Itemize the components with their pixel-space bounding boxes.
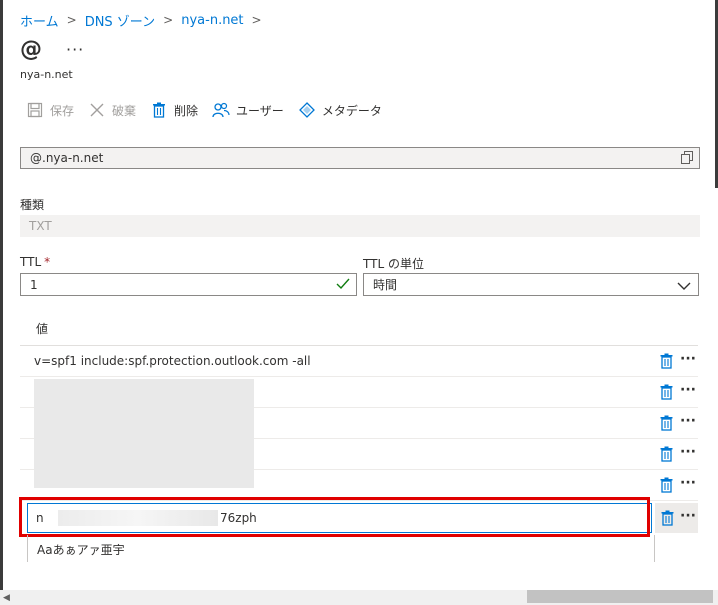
- breadcrumb-separator: >: [251, 13, 262, 27]
- save-label: 保存: [50, 103, 75, 118]
- delete-label: 削除: [174, 103, 199, 118]
- redacted-area: [34, 379, 254, 488]
- trash-icon[interactable]: [661, 510, 674, 530]
- copy-icon[interactable]: [681, 151, 693, 167]
- breadcrumb-zone-name[interactable]: nya-n.net: [181, 13, 243, 28]
- active-row-actions: ···: [655, 503, 698, 533]
- required-marker: *: [44, 255, 51, 269]
- ime-hint-text: Aaあぁアァ亜宇: [37, 543, 125, 557]
- record-name-value: @.nya-n.net: [30, 151, 104, 165]
- metadata-label: メタデータ: [321, 103, 382, 118]
- trash-icon: [150, 101, 168, 119]
- value-row[interactable]: v=spf1 include:spf.protection.outlook.co…: [20, 346, 698, 377]
- close-icon: [88, 101, 106, 119]
- row-more-button[interactable]: ···: [680, 508, 696, 524]
- window-frame-left: [0, 0, 3, 605]
- row-more-button[interactable]: ···: [680, 351, 696, 367]
- checkmark-icon: [336, 278, 350, 293]
- breadcrumb: ホーム > DNS ゾーン > nya-n.net >: [20, 9, 270, 31]
- type-field: TXT: [20, 215, 700, 237]
- breadcrumb-separator: >: [163, 13, 174, 27]
- chevron-down-icon: [677, 280, 691, 294]
- discard-label: 破棄: [112, 103, 137, 118]
- highlight-box: [19, 497, 650, 537]
- delete-button[interactable]: 削除: [150, 101, 198, 119]
- value-row-text: v=spf1 include:spf.protection.outlook.co…: [34, 354, 311, 368]
- users-icon: [212, 101, 230, 119]
- ttl-unit-select[interactable]: 時間: [363, 273, 699, 296]
- record-name-field[interactable]: @.nya-n.net: [20, 147, 700, 169]
- ttl-input[interactable]: 1: [20, 273, 357, 296]
- breadcrumb-dns-zone[interactable]: DNS ゾーン: [85, 11, 155, 30]
- scroll-left-icon[interactable]: ◀: [3, 593, 10, 603]
- save-icon: [26, 101, 44, 119]
- metadata-button[interactable]: メタデータ: [298, 101, 382, 119]
- row-more-button[interactable]: ···: [680, 475, 696, 491]
- page-subtitle: nya-n.net: [20, 68, 73, 81]
- users-label: ユーザー: [236, 103, 284, 118]
- tag-icon: [298, 101, 316, 119]
- row-more-button[interactable]: ···: [680, 444, 696, 460]
- type-value: TXT: [29, 219, 52, 233]
- ttl-input-value: 1: [30, 277, 38, 292]
- type-label: 種類: [20, 198, 45, 212]
- trash-icon[interactable]: [660, 446, 673, 466]
- discard-button[interactable]: 破棄: [88, 101, 136, 119]
- ttl-unit-value: 時間: [373, 278, 398, 292]
- save-button[interactable]: 保存: [26, 101, 74, 119]
- breadcrumb-home[interactable]: ホーム: [20, 11, 59, 30]
- row-more-button[interactable]: ···: [680, 413, 696, 429]
- users-button[interactable]: ユーザー: [212, 101, 284, 119]
- trash-icon[interactable]: [660, 415, 673, 435]
- scrollbar-thumb[interactable]: [527, 590, 713, 603]
- trash-icon[interactable]: [660, 477, 673, 497]
- trash-icon[interactable]: [660, 384, 673, 404]
- trash-icon[interactable]: [660, 353, 673, 373]
- ttl-unit-label: TTL の単位: [363, 257, 424, 271]
- command-bar: 保存 破棄 削除 ユーザー メタデータ: [26, 98, 396, 122]
- ime-hint: Aaあぁアァ亜宇: [27, 535, 655, 562]
- breadcrumb-separator: >: [66, 13, 77, 27]
- more-options-button[interactable]: ···: [66, 40, 84, 59]
- values-column-header: 値: [36, 322, 49, 336]
- page-title: @: [20, 37, 42, 62]
- row-more-button[interactable]: ···: [680, 382, 696, 398]
- ttl-label-group: TTL *: [20, 255, 50, 269]
- ttl-label: TTL: [20, 255, 42, 269]
